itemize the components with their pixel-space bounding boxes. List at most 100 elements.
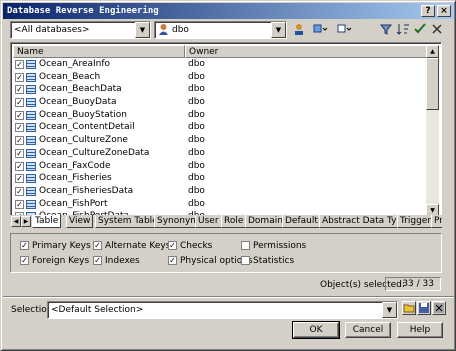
reverse-options-group: ✓ Primary Keys ✓ Alternate Keys ✓ Checks Pe… [10, 233, 442, 273]
tab-default[interactable]: Default [282, 215, 321, 228]
row-name: Ocean_Beach [39, 71, 101, 82]
table-row[interactable]: ✓ Ocean_Fisheries dbo [13, 172, 427, 185]
table-row[interactable]: ✓ Ocean_ContentDetail dbo [13, 121, 427, 134]
chevron-down-icon[interactable]: ▼ [382, 302, 397, 318]
tab-table[interactable]: Table [32, 215, 62, 228]
row-checkbox[interactable]: ✓ [15, 60, 24, 69]
table-icon [26, 186, 36, 196]
tab-scroll-right-icon[interactable]: ▶ [21, 216, 31, 227]
tab-domain[interactable]: Domain [245, 215, 286, 228]
option-permissions[interactable]: Permissions [241, 240, 306, 252]
row-checkbox[interactable]: ✓ [15, 199, 24, 209]
option-statistics[interactable]: Statistics [241, 255, 294, 267]
help-button[interactable]: Help [397, 322, 443, 338]
database-select-value: <All databases> [14, 25, 90, 35]
row-owner: dbo [188, 109, 205, 120]
object-type-tabs: ◀ ▶ Table View System Table Synonym User… [10, 215, 442, 229]
vertical-scrollbar[interactable]: ▲ ▼ [426, 45, 439, 217]
table-row[interactable]: ✓ Ocean_Beach dbo [13, 71, 427, 84]
checkbox[interactable]: ✓ [168, 241, 177, 250]
row-owner: dbo [188, 185, 205, 196]
checkbox[interactable]: ✓ [93, 241, 102, 250]
chevron-down-icon[interactable]: ▼ [271, 22, 286, 38]
deselect-all-icon[interactable] [337, 22, 353, 38]
selection-select-value: <Default Selection> [51, 305, 144, 315]
owner-select[interactable]: dbo ▼ [154, 21, 287, 39]
table-row[interactable]: ✓ Ocean_CultureZone dbo [13, 134, 427, 147]
row-checkbox[interactable]: ✓ [15, 98, 24, 108]
checkbox[interactable]: ✓ [168, 256, 177, 265]
sort-icon[interactable] [395, 22, 411, 38]
row-owner: dbo [188, 135, 205, 146]
row-name: Ocean_BuoyData [39, 97, 117, 108]
row-checkbox[interactable]: ✓ [15, 186, 24, 196]
row-checkbox[interactable]: ✓ [15, 72, 24, 82]
database-select[interactable]: <All databases> ▼ [10, 21, 151, 39]
row-checkbox[interactable]: ✓ [15, 174, 24, 184]
chevron-down-icon[interactable]: ▼ [135, 22, 150, 38]
save-icon[interactable] [417, 301, 431, 315]
tab-system-table[interactable]: System Table [95, 215, 161, 228]
row-name: Ocean_FaxCode [39, 160, 111, 171]
table-icon [26, 148, 36, 158]
cancel-button[interactable]: Cancel [345, 322, 391, 338]
filter-icon[interactable] [378, 22, 394, 38]
delete-icon[interactable] [432, 301, 446, 315]
checkbox[interactable]: ✓ [93, 256, 102, 265]
row-name: Ocean_CultureZone [39, 135, 128, 146]
table-row[interactable]: ✓ Ocean_BeachData dbo [13, 83, 427, 96]
check-selection-icon[interactable] [412, 22, 428, 38]
selected-count-value: 33 / 33 [385, 277, 441, 291]
tab-user[interactable]: User [195, 215, 222, 228]
row-name: Ocean_BeachData [39, 84, 122, 95]
tab-scroll-left-icon[interactable]: ◀ [11, 216, 21, 227]
table-row[interactable]: ✓ Ocean_CultureZoneData dbo [13, 147, 427, 160]
table-row[interactable]: ✓ Ocean_BuoyStation dbo [13, 109, 427, 122]
list-rows: ✓ Ocean_AreaInfo dbo ✓ Ocean_Beach dbo ✓ Ocea… [13, 58, 427, 223]
help-title-button[interactable]: ? [421, 5, 435, 17]
table-icon [26, 110, 36, 120]
option-physical-options[interactable]: ✓ Physical options [168, 255, 253, 267]
scroll-up-icon[interactable]: ▲ [426, 45, 439, 58]
select-all-icon[interactable] [313, 22, 329, 38]
checkbox[interactable] [241, 256, 250, 265]
row-name: Ocean_AreaInfo [39, 59, 111, 69]
scroll-thumb[interactable] [426, 58, 439, 110]
ok-button[interactable]: OK [292, 321, 340, 339]
object-list[interactable]: Name Owner ✓ Ocean_AreaInfodbo ✓ Ocean_Bea… [10, 42, 442, 228]
divider [3, 296, 454, 298]
tab-view[interactable]: View [66, 215, 94, 228]
option-indexes[interactable]: ✓ Indexes [93, 255, 140, 267]
option-checks[interactable]: ✓ Checks [168, 240, 212, 252]
option-alternate-keys[interactable]: ✓ Alternate Keys [93, 240, 170, 252]
checkbox[interactable] [241, 241, 250, 250]
row-checkbox[interactable]: ✓ [15, 136, 24, 146]
row-checkbox[interactable]: ✓ [15, 85, 24, 95]
close-button[interactable]: × [437, 5, 451, 17]
tab-trigger[interactable]: Trigger [397, 215, 435, 228]
tab-procedure[interactable]: Proc [431, 215, 442, 228]
row-checkbox[interactable]: ✓ [15, 123, 24, 133]
tab-role[interactable]: Role [221, 215, 247, 228]
option-foreign-keys[interactable]: ✓ Foreign Keys [20, 255, 89, 267]
option-primary-keys[interactable]: ✓ Primary Keys [20, 240, 91, 252]
table-row[interactable]: ✓ Ocean_AreaInfo dbo [13, 58, 427, 71]
table-icon [26, 199, 36, 209]
row-checkbox[interactable]: ✓ [15, 110, 24, 120]
open-folder-icon[interactable] [402, 301, 416, 315]
table-row[interactable]: ✓ Ocean_FishPort dbo [13, 198, 427, 211]
table-row[interactable]: ✓ Ocean_BuoyData dbo [13, 96, 427, 109]
owner-filter-icon[interactable] [291, 22, 307, 38]
checkbox[interactable]: ✓ [20, 256, 29, 265]
checkbox[interactable]: ✓ [20, 241, 29, 250]
column-header-owner[interactable]: Owner [185, 45, 427, 58]
row-checkbox[interactable]: ✓ [15, 148, 24, 158]
clear-selection-icon[interactable] [429, 22, 445, 38]
column-header-name[interactable]: Name [13, 45, 185, 58]
row-owner: dbo [188, 198, 205, 209]
table-row[interactable]: ✓ Ocean_FaxCode dbo [13, 160, 427, 173]
row-checkbox[interactable]: ✓ [15, 161, 24, 171]
title-bar: Database Reverse Engineering ? × [3, 3, 454, 19]
table-row[interactable]: ✓ Ocean_FisheriesData dbo [13, 185, 427, 198]
selection-select[interactable]: <Default Selection> ▼ [47, 301, 398, 319]
